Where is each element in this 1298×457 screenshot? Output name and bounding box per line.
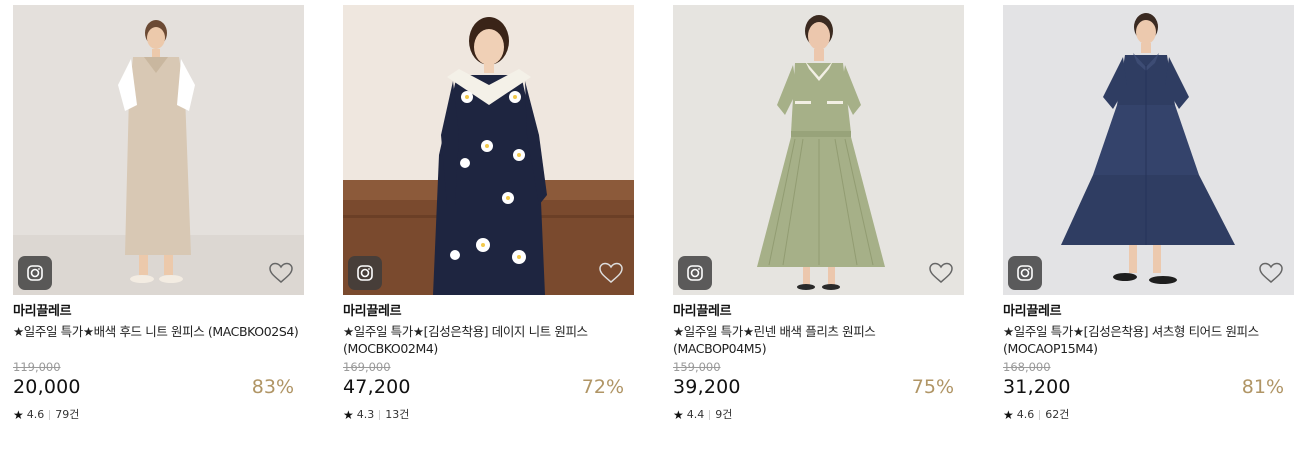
sale-price: 39,200: [673, 376, 741, 398]
product-photo: [1003, 5, 1294, 295]
rating-summary: ★ 4.6 62건: [1003, 408, 1294, 422]
star-icon: ★: [673, 408, 684, 422]
sale-price: 47,200: [343, 376, 411, 398]
product-photo: [673, 5, 964, 295]
product-photo: [343, 5, 634, 295]
discount-rate: 75%: [911, 376, 954, 398]
review-count: 79건: [55, 408, 80, 421]
brand-name: 마리끌레르: [343, 304, 402, 319]
review-count: 13건: [385, 408, 410, 421]
discount-rate: 72%: [581, 376, 624, 398]
rating-summary: ★ 4.3 13건: [343, 408, 634, 422]
product-grid: 마리끌레르 ★일주일 특가★배색 후드 니트 원피스 (MACBKO02S4) …: [0, 0, 1298, 457]
sale-price: 31,200: [1003, 376, 1071, 398]
original-price: 169,000: [343, 360, 391, 374]
product-card[interactable]: 마리끌레르 ★일주일 특가★[김성은착용] 데이지 니트 원피스 (MOCBKO…: [343, 5, 634, 422]
brand-name: 마리끌레르: [673, 304, 732, 319]
review-count: 9건: [715, 408, 733, 421]
rating-value: 4.6: [1016, 408, 1035, 421]
brand-name: 마리끌레르: [1003, 304, 1062, 319]
camera-icon[interactable]: [678, 256, 712, 290]
heart-icon[interactable]: [268, 261, 294, 285]
star-icon: ★: [343, 408, 354, 422]
divider: [1039, 410, 1041, 420]
original-price: 168,000: [1003, 360, 1051, 374]
discount-rate: 83%: [251, 376, 294, 398]
star-icon: ★: [13, 408, 24, 422]
rating-value: 4.6: [26, 408, 45, 421]
review-count: 62건: [1045, 408, 1070, 421]
sale-price: 20,000: [13, 376, 81, 398]
product-image[interactable]: [1003, 5, 1294, 295]
original-price: 119,000: [13, 360, 61, 374]
product-photo: [13, 5, 304, 295]
heart-icon[interactable]: [1258, 261, 1284, 285]
product-card[interactable]: 마리끌레르 ★일주일 특가★[김성은착용] 셔츠형 티어드 원피스 (MOCAO…: [1003, 5, 1294, 422]
product-card[interactable]: 마리끌레르 ★일주일 특가★배색 후드 니트 원피스 (MACBKO02S4) …: [13, 5, 304, 422]
product-image[interactable]: [343, 5, 634, 295]
rating-summary: ★ 4.6 79건: [13, 408, 304, 422]
rating-summary: ★ 4.4 9건: [673, 408, 964, 422]
rating-value: 4.4: [686, 408, 705, 421]
discount-rate: 81%: [1241, 376, 1284, 398]
divider: [379, 410, 381, 420]
star-icon: ★: [1003, 408, 1014, 422]
brand-name: 마리끌레르: [13, 304, 72, 319]
product-title[interactable]: ★일주일 특가★린넨 배색 플리츠 원피스 (MACBOP04M5): [673, 323, 964, 357]
product-title[interactable]: ★일주일 특가★[김성은착용] 데이지 니트 원피스 (MOCBKO02M4): [343, 323, 634, 357]
product-image[interactable]: [673, 5, 964, 295]
product-title[interactable]: ★일주일 특가★[김성은착용] 셔츠형 티어드 원피스 (MOCAOP15M4): [1003, 323, 1294, 357]
camera-icon[interactable]: [348, 256, 382, 290]
original-price: 159,000: [673, 360, 721, 374]
heart-icon[interactable]: [928, 261, 954, 285]
divider: [49, 410, 51, 420]
heart-icon[interactable]: [598, 261, 624, 285]
camera-icon[interactable]: [1008, 256, 1042, 290]
camera-icon[interactable]: [18, 256, 52, 290]
rating-value: 4.3: [356, 408, 375, 421]
product-card[interactable]: 마리끌레르 ★일주일 특가★린넨 배색 플리츠 원피스 (MACBOP04M5)…: [673, 5, 964, 422]
product-title[interactable]: ★일주일 특가★배색 후드 니트 원피스 (MACBKO02S4): [13, 323, 304, 357]
product-image[interactable]: [13, 5, 304, 295]
divider: [709, 410, 711, 420]
